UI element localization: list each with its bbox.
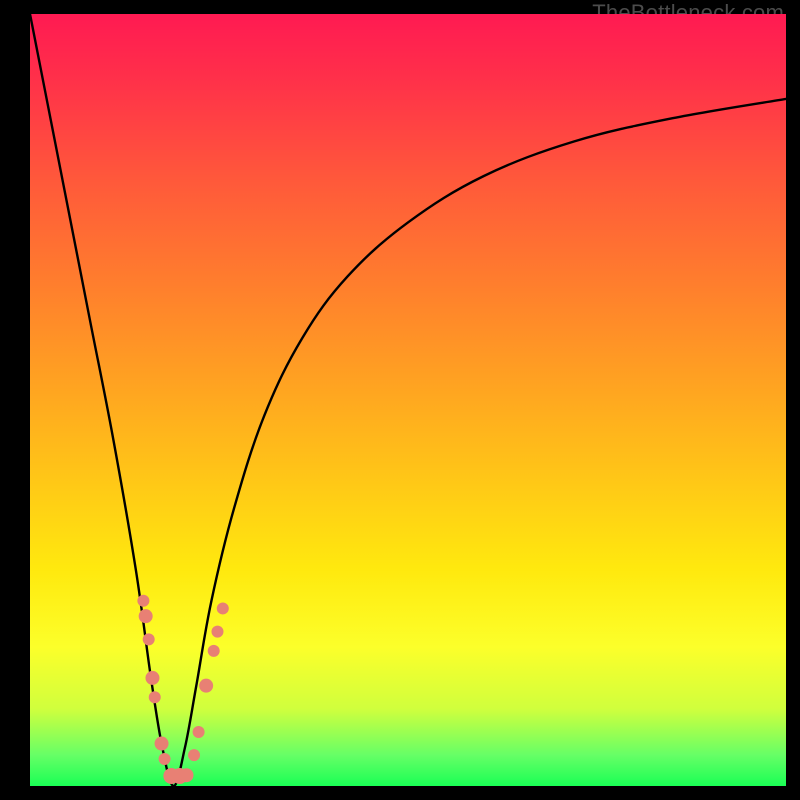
highlight-dot [188,749,200,761]
highlight-dot [139,609,153,623]
highlight-dot [149,691,161,703]
highlight-dot [145,671,159,685]
chart-frame: TheBottleneck.com [0,0,800,800]
highlight-dot [137,595,149,607]
highlight-dot [143,633,155,645]
bottleneck-curve [30,14,786,786]
highlight-dot [211,626,223,638]
highlight-dot [208,645,220,657]
curve-svg [30,14,786,786]
highlight-dot [155,737,169,751]
highlight-dot [217,602,229,614]
highlight-dot [179,768,193,782]
highlight-dot [159,753,171,765]
highlight-dot [199,679,213,693]
highlight-dot [193,726,205,738]
plot-area [30,14,786,786]
